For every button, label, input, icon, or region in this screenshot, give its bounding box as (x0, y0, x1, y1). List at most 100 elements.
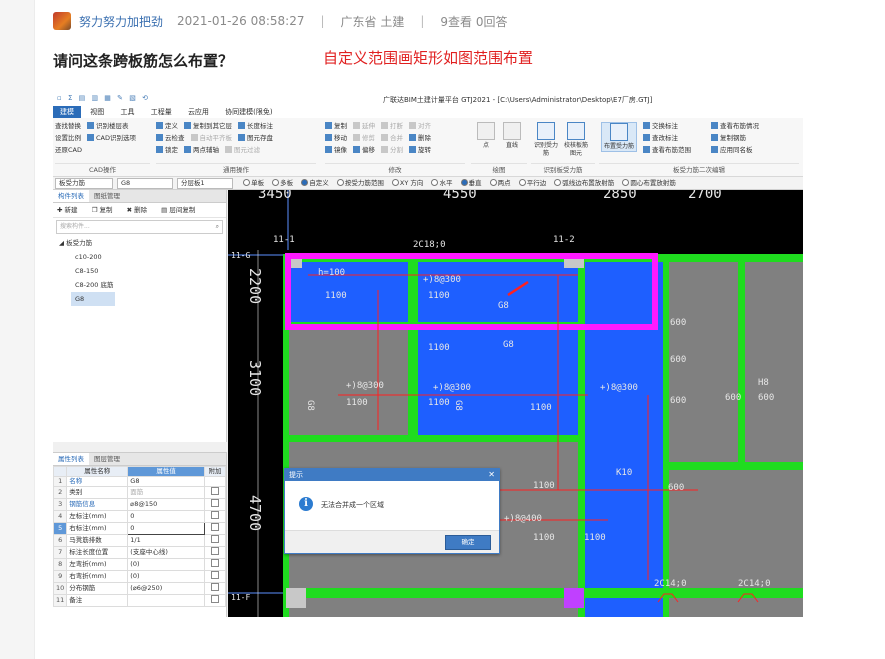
attach-checkbox[interactable] (211, 583, 219, 591)
tab-layer-manage[interactable]: 图层管理 (89, 453, 125, 465)
radio-two-point[interactable]: 两点 (489, 177, 511, 189)
beam[interactable] (283, 435, 583, 442)
identify-floor-table-button[interactable]: 识别楼层表 (87, 120, 129, 132)
table-row[interactable]: 3 钢筋信息 ⌀8@150 (53, 498, 226, 511)
swap-label-button[interactable]: 交换标注 (643, 120, 678, 132)
delete-button[interactable]: 删除 (409, 132, 431, 144)
copy-button[interactable]: 复制 (325, 120, 347, 132)
break-button[interactable]: 打断 (381, 120, 403, 132)
beam[interactable] (663, 462, 803, 470)
radio-center-radial[interactable]: 圆心布置放射筋 (622, 177, 676, 189)
layer-select[interactable]: 分层板1 (177, 178, 233, 189)
beam[interactable] (408, 254, 418, 442)
table-row[interactable]: 9 右弯折(mm) (0) (53, 570, 226, 583)
find-replace-button[interactable]: 查找替换 (55, 120, 81, 132)
move-button[interactable]: 移动 (325, 132, 347, 144)
align-button[interactable]: 对齐 (409, 120, 431, 132)
trim-button[interactable]: 修剪 (353, 132, 375, 144)
lock-button[interactable]: 锁定 (156, 144, 178, 156)
component-select[interactable]: G8 (117, 178, 173, 189)
rotate-button[interactable]: 旋转 (409, 144, 431, 156)
view-status-button[interactable]: 查看布筋情况 (711, 120, 759, 132)
cad-options-button[interactable]: CAD识别选项 (87, 132, 136, 144)
menu-collab[interactable]: 协同建模(限免) (218, 106, 279, 118)
menu-cloud[interactable]: 云应用 (181, 106, 216, 118)
attach-checkbox[interactable] (211, 511, 219, 519)
tab-component-list[interactable]: 构件列表 (53, 190, 89, 202)
attach-checkbox[interactable] (211, 547, 219, 555)
radio-horizontal[interactable]: 水平 (431, 177, 452, 189)
beam[interactable] (738, 254, 745, 470)
restore-cad-button[interactable]: 还原CAD (55, 144, 82, 156)
identify-rebar-button[interactable]: 识别受力筋 (533, 122, 559, 158)
element-filter-button[interactable]: 图元过滤 (225, 144, 260, 156)
attach-checkbox[interactable] (211, 535, 219, 543)
beam[interactable] (283, 588, 803, 598)
length-dimension-button[interactable]: 长度标注 (238, 120, 273, 132)
radio-multi-slab[interactable]: 多板 (272, 177, 293, 189)
avatar[interactable] (53, 12, 71, 30)
table-row[interactable]: 1 名称 G8 (53, 476, 226, 487)
two-point-axis-button[interactable]: 两点辅轴 (184, 144, 219, 156)
menu-quantities[interactable]: 工程量 (144, 106, 179, 118)
tree-root[interactable]: ◢ 板受力筋 (59, 236, 226, 250)
new-component-button[interactable]: ✚ 新建 (57, 206, 84, 214)
table-row[interactable]: 7 标注长度位置 (支座中心线) (53, 546, 226, 559)
merge-button[interactable]: 合并 (381, 132, 403, 144)
slab-blue[interactable] (288, 262, 408, 322)
attach-checkbox[interactable] (211, 499, 219, 507)
define-button[interactable]: 定义 (156, 120, 178, 132)
split-button[interactable]: 分割 (381, 144, 403, 156)
attach-checkbox[interactable] (211, 523, 219, 531)
offset-button[interactable]: 偏移 (353, 144, 375, 156)
table-row[interactable]: 11 备注 (53, 594, 226, 607)
menu-tools[interactable]: 工具 (113, 106, 141, 118)
beam[interactable] (663, 254, 669, 617)
attach-checkbox[interactable] (211, 487, 219, 495)
table-row[interactable]: 5 右标注(mm) 0 (53, 522, 226, 535)
slab-blue[interactable] (585, 262, 663, 617)
value-input[interactable]: 0 (127, 522, 205, 535)
slab-gray[interactable] (745, 262, 803, 462)
attach-checkbox[interactable] (211, 559, 219, 567)
copy-between-floors-button[interactable]: ▤ 层间复制 (161, 206, 201, 214)
table-row[interactable]: 8 左弯折(mm) (0) (53, 558, 226, 571)
table-row[interactable]: 6 马凳筋排数 1/1 (53, 534, 226, 547)
layout-rebar-button[interactable]: 布置受力筋 (601, 122, 637, 152)
radio-arc-radial[interactable]: 弧线边布置放射筋 (554, 177, 614, 189)
set-scale-button[interactable]: 设置比例 (55, 132, 81, 144)
line-tool-button[interactable]: 直线 (499, 122, 525, 150)
tree-item[interactable]: C8-200 底筋 (59, 278, 226, 292)
menu-modeling[interactable]: 建模 (53, 106, 81, 118)
component-type-select[interactable]: 板受力筋 (55, 178, 113, 189)
tab-drawing-manage[interactable]: 图纸管理 (89, 190, 125, 202)
author-link[interactable]: 努力努力加把劲 (79, 13, 163, 30)
attach-checkbox[interactable] (211, 571, 219, 579)
close-icon[interactable]: ✕ (488, 469, 495, 481)
post-category[interactable]: 土建 (380, 13, 404, 30)
radio-xy[interactable]: XY 方向 (391, 177, 423, 189)
table-row[interactable]: 2 类别 面筋 (53, 486, 226, 499)
save-element-button[interactable]: 图元存盘 (238, 132, 273, 144)
edit-label-button[interactable]: 查改标注 (643, 132, 678, 144)
extend-button[interactable]: 延伸 (353, 120, 375, 132)
copy-rebar-button[interactable]: 复制钢筋 (711, 132, 746, 144)
table-row[interactable]: 4 左标注(mm) 0 (53, 510, 226, 523)
tree-item-selected[interactable]: G8 (71, 292, 115, 306)
radio-parallel-edge[interactable]: 平行边 (518, 177, 546, 189)
radio-by-range[interactable]: 按受力筋范围 (336, 177, 384, 189)
column[interactable] (286, 588, 306, 608)
menu-view[interactable]: 视图 (83, 106, 111, 118)
tree-item[interactable]: c10-200 (59, 250, 226, 264)
ok-button[interactable]: 确定 (445, 535, 491, 550)
delete-component-button[interactable]: ✖ 删除 (127, 206, 154, 214)
mirror-button[interactable]: 镜像 (325, 144, 347, 156)
check-rebar-button[interactable]: 校核板筋图元 (563, 122, 589, 158)
component-search-input[interactable]: 搜索构件... ⌕ (56, 220, 223, 234)
cloud-check-button[interactable]: 云检查 (156, 132, 185, 144)
auto-align-slab-button[interactable]: 自动平齐板 (190, 132, 232, 144)
apply-same-slab-button[interactable]: 应用同名板 (711, 144, 753, 156)
attach-checkbox[interactable] (211, 595, 219, 603)
radio-custom[interactable]: 自定义 (301, 177, 329, 189)
view-range-button[interactable]: 查看布筋范围 (643, 144, 691, 156)
